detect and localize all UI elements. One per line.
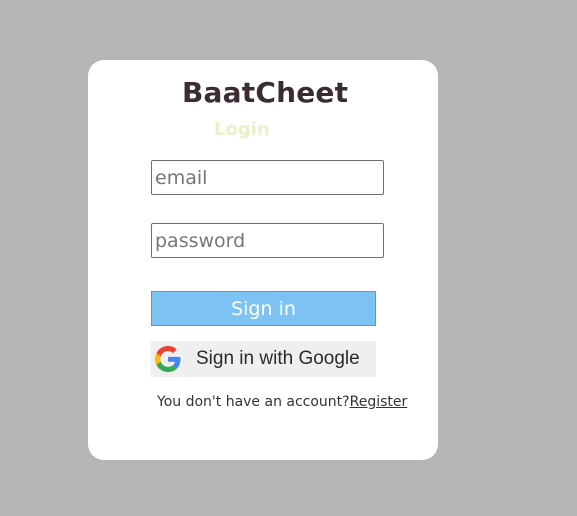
register-prompt: You don't have an account?Register — [157, 394, 407, 410]
google-sign-in-button[interactable]: Sign in with Google — [151, 341, 376, 377]
google-icon — [155, 346, 181, 372]
email-input[interactable] — [151, 160, 384, 195]
login-subtitle: Login — [214, 119, 270, 140]
sign-in-button[interactable]: Sign in — [151, 291, 376, 326]
register-link[interactable]: Register — [350, 394, 408, 410]
google-sign-in-label: Sign in with Google — [196, 348, 360, 369]
register-prompt-text: You don't have an account? — [157, 394, 350, 410]
password-input[interactable] — [151, 223, 384, 258]
app-title: BaatCheet — [182, 76, 349, 109]
login-card: BaatCheet Login Sign in Sign in with Goo… — [88, 60, 438, 460]
